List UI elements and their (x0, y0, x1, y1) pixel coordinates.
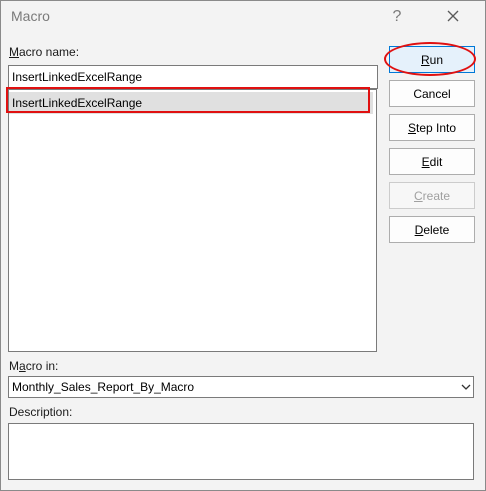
title-bar: Macro ? (1, 1, 485, 33)
chevron-down-icon (461, 384, 471, 390)
step-into-button[interactable]: Step Into (389, 114, 475, 141)
description-label: Description: (9, 405, 73, 419)
close-button[interactable] (439, 5, 467, 29)
close-icon (447, 10, 459, 22)
macro-dialog: Macro ? Macro name: InsertLinkedExcelRan… (0, 0, 486, 491)
run-button[interactable]: Run (389, 46, 475, 73)
macro-name-input[interactable]: InsertLinkedExcelRange (8, 65, 378, 89)
create-button: Create (389, 182, 475, 209)
help-button[interactable]: ? (385, 5, 409, 29)
macro-in-select[interactable]: Monthly_Sales_Report_By_Macro (8, 376, 474, 398)
window-title: Macro (11, 8, 50, 24)
edit-button[interactable]: Edit (389, 148, 475, 175)
cancel-button[interactable]: Cancel (389, 80, 475, 107)
macro-in-label: Macro in: (9, 359, 59, 373)
macro-name-label: Macro name: (9, 45, 80, 59)
delete-button[interactable]: Delete (389, 216, 475, 243)
description-box (8, 423, 474, 480)
macro-list[interactable]: InsertLinkedExcelRange (8, 89, 377, 352)
macro-in-selected-value: Monthly_Sales_Report_By_Macro (12, 380, 195, 394)
list-item[interactable]: InsertLinkedExcelRange (9, 92, 373, 114)
